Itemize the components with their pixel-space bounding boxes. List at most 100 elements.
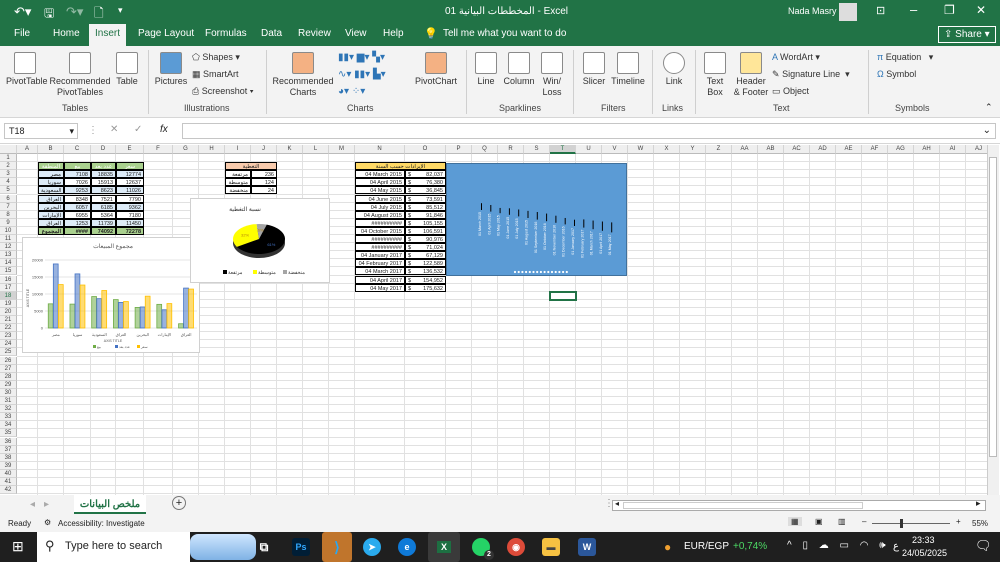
column-header-AH[interactable]: AH xyxy=(914,145,940,154)
column-chart-icon[interactable]: ▮▮▾ ▆▾ ▚▾ xyxy=(338,52,385,63)
column-header-W[interactable]: W xyxy=(628,145,654,154)
row-header-11[interactable]: 11 xyxy=(0,235,17,244)
column-header-O[interactable]: O xyxy=(405,145,446,154)
row-header-5[interactable]: 5 xyxy=(0,186,17,195)
windows-start-icon[interactable]: ⊞ xyxy=(12,538,24,555)
date-bar-13[interactable] xyxy=(601,221,603,231)
column-header-AI[interactable]: AI xyxy=(940,145,966,154)
row-header-3[interactable]: 3 xyxy=(0,170,17,179)
row-header-41[interactable]: 41 xyxy=(0,478,17,487)
table-button[interactable]: Table xyxy=(114,52,140,87)
tell-me-search[interactable]: Tell me what you want to do xyxy=(443,28,566,39)
bar-0-2[interactable] xyxy=(91,296,97,329)
clock-date[interactable]: 24/05/2025 xyxy=(902,548,947,558)
row-header-32[interactable]: 32 xyxy=(0,405,17,414)
system-tray-icons[interactable]: ^ ▯ ☁ ▭ ◠ 🕪 xyxy=(787,540,890,551)
line-chart-icon[interactable]: ∿▾ ▮▮▾ ▙▾ xyxy=(338,69,386,80)
revenue-date-chart[interactable]: 01 March 2015 01 April 2015 01 May 2015 01 … xyxy=(446,163,627,276)
sparkline-column-button[interactable]: Column xyxy=(502,52,536,87)
coverage-pie-chart[interactable]: نسبة التغطية 61% 32% 6% مرتفعة متوسطة منخفضة xyxy=(190,198,330,283)
date-bar-8[interactable] xyxy=(555,215,557,223)
normal-view-icon[interactable]: ▦ xyxy=(788,517,802,526)
date-bar-5[interactable] xyxy=(527,210,529,218)
object-button[interactable]: ▭ Object xyxy=(772,86,809,97)
date-bar-6[interactable] xyxy=(536,212,538,220)
data-cell[interactable]: 8623 xyxy=(91,186,116,195)
revenue-date-cell[interactable]: 04 January 2017 xyxy=(355,251,405,260)
total-cell[interactable]: 74092 xyxy=(91,226,116,235)
selected-cell[interactable] xyxy=(549,290,577,301)
date-bar-4[interactable] xyxy=(518,209,520,217)
data-cell[interactable]: 9253 xyxy=(64,186,91,195)
row-label-cell[interactable]: البحرين xyxy=(38,202,64,211)
bar-0-4[interactable] xyxy=(134,307,141,329)
date-bar-9[interactable] xyxy=(564,217,566,225)
column-header-S[interactable]: S xyxy=(524,145,550,154)
column-header-J[interactable]: J xyxy=(251,145,277,154)
wordart-button[interactable]: A WordArt ▾ xyxy=(772,52,820,63)
revenue-amount-cell[interactable]: $36,845 xyxy=(405,186,446,195)
row-header-12[interactable]: 12 xyxy=(0,243,17,252)
scroll-tabs-right-icon[interactable]: ▸ xyxy=(44,499,49,510)
notification-icon[interactable]: 🗨 xyxy=(975,538,992,554)
row-header-15[interactable]: 15 xyxy=(0,267,17,276)
data-cell[interactable]: 5364 xyxy=(91,210,116,219)
row-header-6[interactable]: 6 xyxy=(0,194,17,203)
row-header-27[interactable]: 27 xyxy=(0,364,17,373)
date-bar-10[interactable] xyxy=(574,219,575,226)
column-header-K[interactable]: K xyxy=(277,145,303,154)
revenue-amount-cell[interactable]: $136,532 xyxy=(405,267,446,276)
bar-2-5[interactable] xyxy=(166,303,173,329)
bar-1-2[interactable] xyxy=(96,298,102,329)
shapes-button[interactable]: ⬠ Shapes ▾ xyxy=(192,52,240,63)
bar-0-3[interactable] xyxy=(113,299,119,329)
coverage-cell[interactable]: 236 xyxy=(251,170,277,179)
customize-qat-icon[interactable]: ▾ xyxy=(118,5,123,16)
row-label-cell[interactable]: العراق xyxy=(38,194,64,203)
row-header-33[interactable]: 33 xyxy=(0,413,17,422)
revenue-date-cell[interactable]: 04 April 2017 xyxy=(355,275,405,284)
row-label-cell[interactable]: سوريا xyxy=(38,178,64,187)
row-header-21[interactable]: 21 xyxy=(0,316,17,325)
row-header-35[interactable]: 35 xyxy=(0,429,17,438)
select-all-corner[interactable] xyxy=(0,145,17,154)
data-cell[interactable]: 6955 xyxy=(64,210,91,219)
row-header-37[interactable]: 37 xyxy=(0,445,17,454)
row-header-38[interactable]: 38 xyxy=(0,453,17,462)
zoom-out-button[interactable]: – xyxy=(862,517,866,526)
worksheet-grid[interactable]: A B C D E F G H I J K L M N O P Q R S T U V W X Y Z AA AB AC AD AE AF AG… xyxy=(0,145,1000,495)
column-header-L[interactable]: L xyxy=(303,145,329,154)
revenue-date-cell[interactable]: ########## xyxy=(355,243,405,252)
column-header-Q[interactable]: Q xyxy=(472,145,498,154)
name-box[interactable]: T18 ▾ xyxy=(4,123,78,139)
row-header-36[interactable]: 36 xyxy=(0,437,17,446)
formula-input[interactable]: ⌄ xyxy=(182,123,996,139)
date-bar-11[interactable] xyxy=(583,219,585,228)
restore-icon[interactable]: ❐ xyxy=(944,3,955,17)
row-header-13[interactable]: 13 xyxy=(0,251,17,260)
column-header-AE[interactable]: AE xyxy=(836,145,862,154)
chrome-icon[interactable]: ◉ xyxy=(507,538,525,556)
column-header-A[interactable]: A xyxy=(17,145,38,154)
bar-1-0[interactable] xyxy=(52,263,59,329)
bar-2-4[interactable] xyxy=(144,295,151,329)
total-cell[interactable]: المجموع xyxy=(38,226,64,235)
user-name[interactable]: Nada Masry xyxy=(788,6,837,16)
tab-view[interactable]: View xyxy=(345,28,367,39)
row-header-18[interactable]: 18 xyxy=(0,291,17,300)
column-header-Y[interactable]: Y xyxy=(680,145,706,154)
revenue-amount-cell[interactable]: $91,846 xyxy=(405,210,446,219)
excel-icon[interactable]: X xyxy=(428,532,460,562)
data-cell[interactable]: 7180 xyxy=(116,210,144,219)
date-bar-2[interactable] xyxy=(499,207,501,214)
language-indicator[interactable]: ع xyxy=(893,541,899,552)
close-icon[interactable]: ✕ xyxy=(976,3,986,17)
coverage-cell[interactable]: مرتفعة xyxy=(225,170,251,179)
table-header-cell[interactable]: بيع xyxy=(64,162,91,171)
textbox-button[interactable]: Text Box xyxy=(702,52,728,98)
enter-icon[interactable]: ✓ xyxy=(134,124,142,135)
data-cell[interactable]: 11450 xyxy=(116,218,144,227)
column-header-P[interactable]: P xyxy=(446,145,472,154)
column-header-M[interactable]: M xyxy=(329,145,355,154)
vertical-scroll-thumb[interactable] xyxy=(989,157,997,457)
